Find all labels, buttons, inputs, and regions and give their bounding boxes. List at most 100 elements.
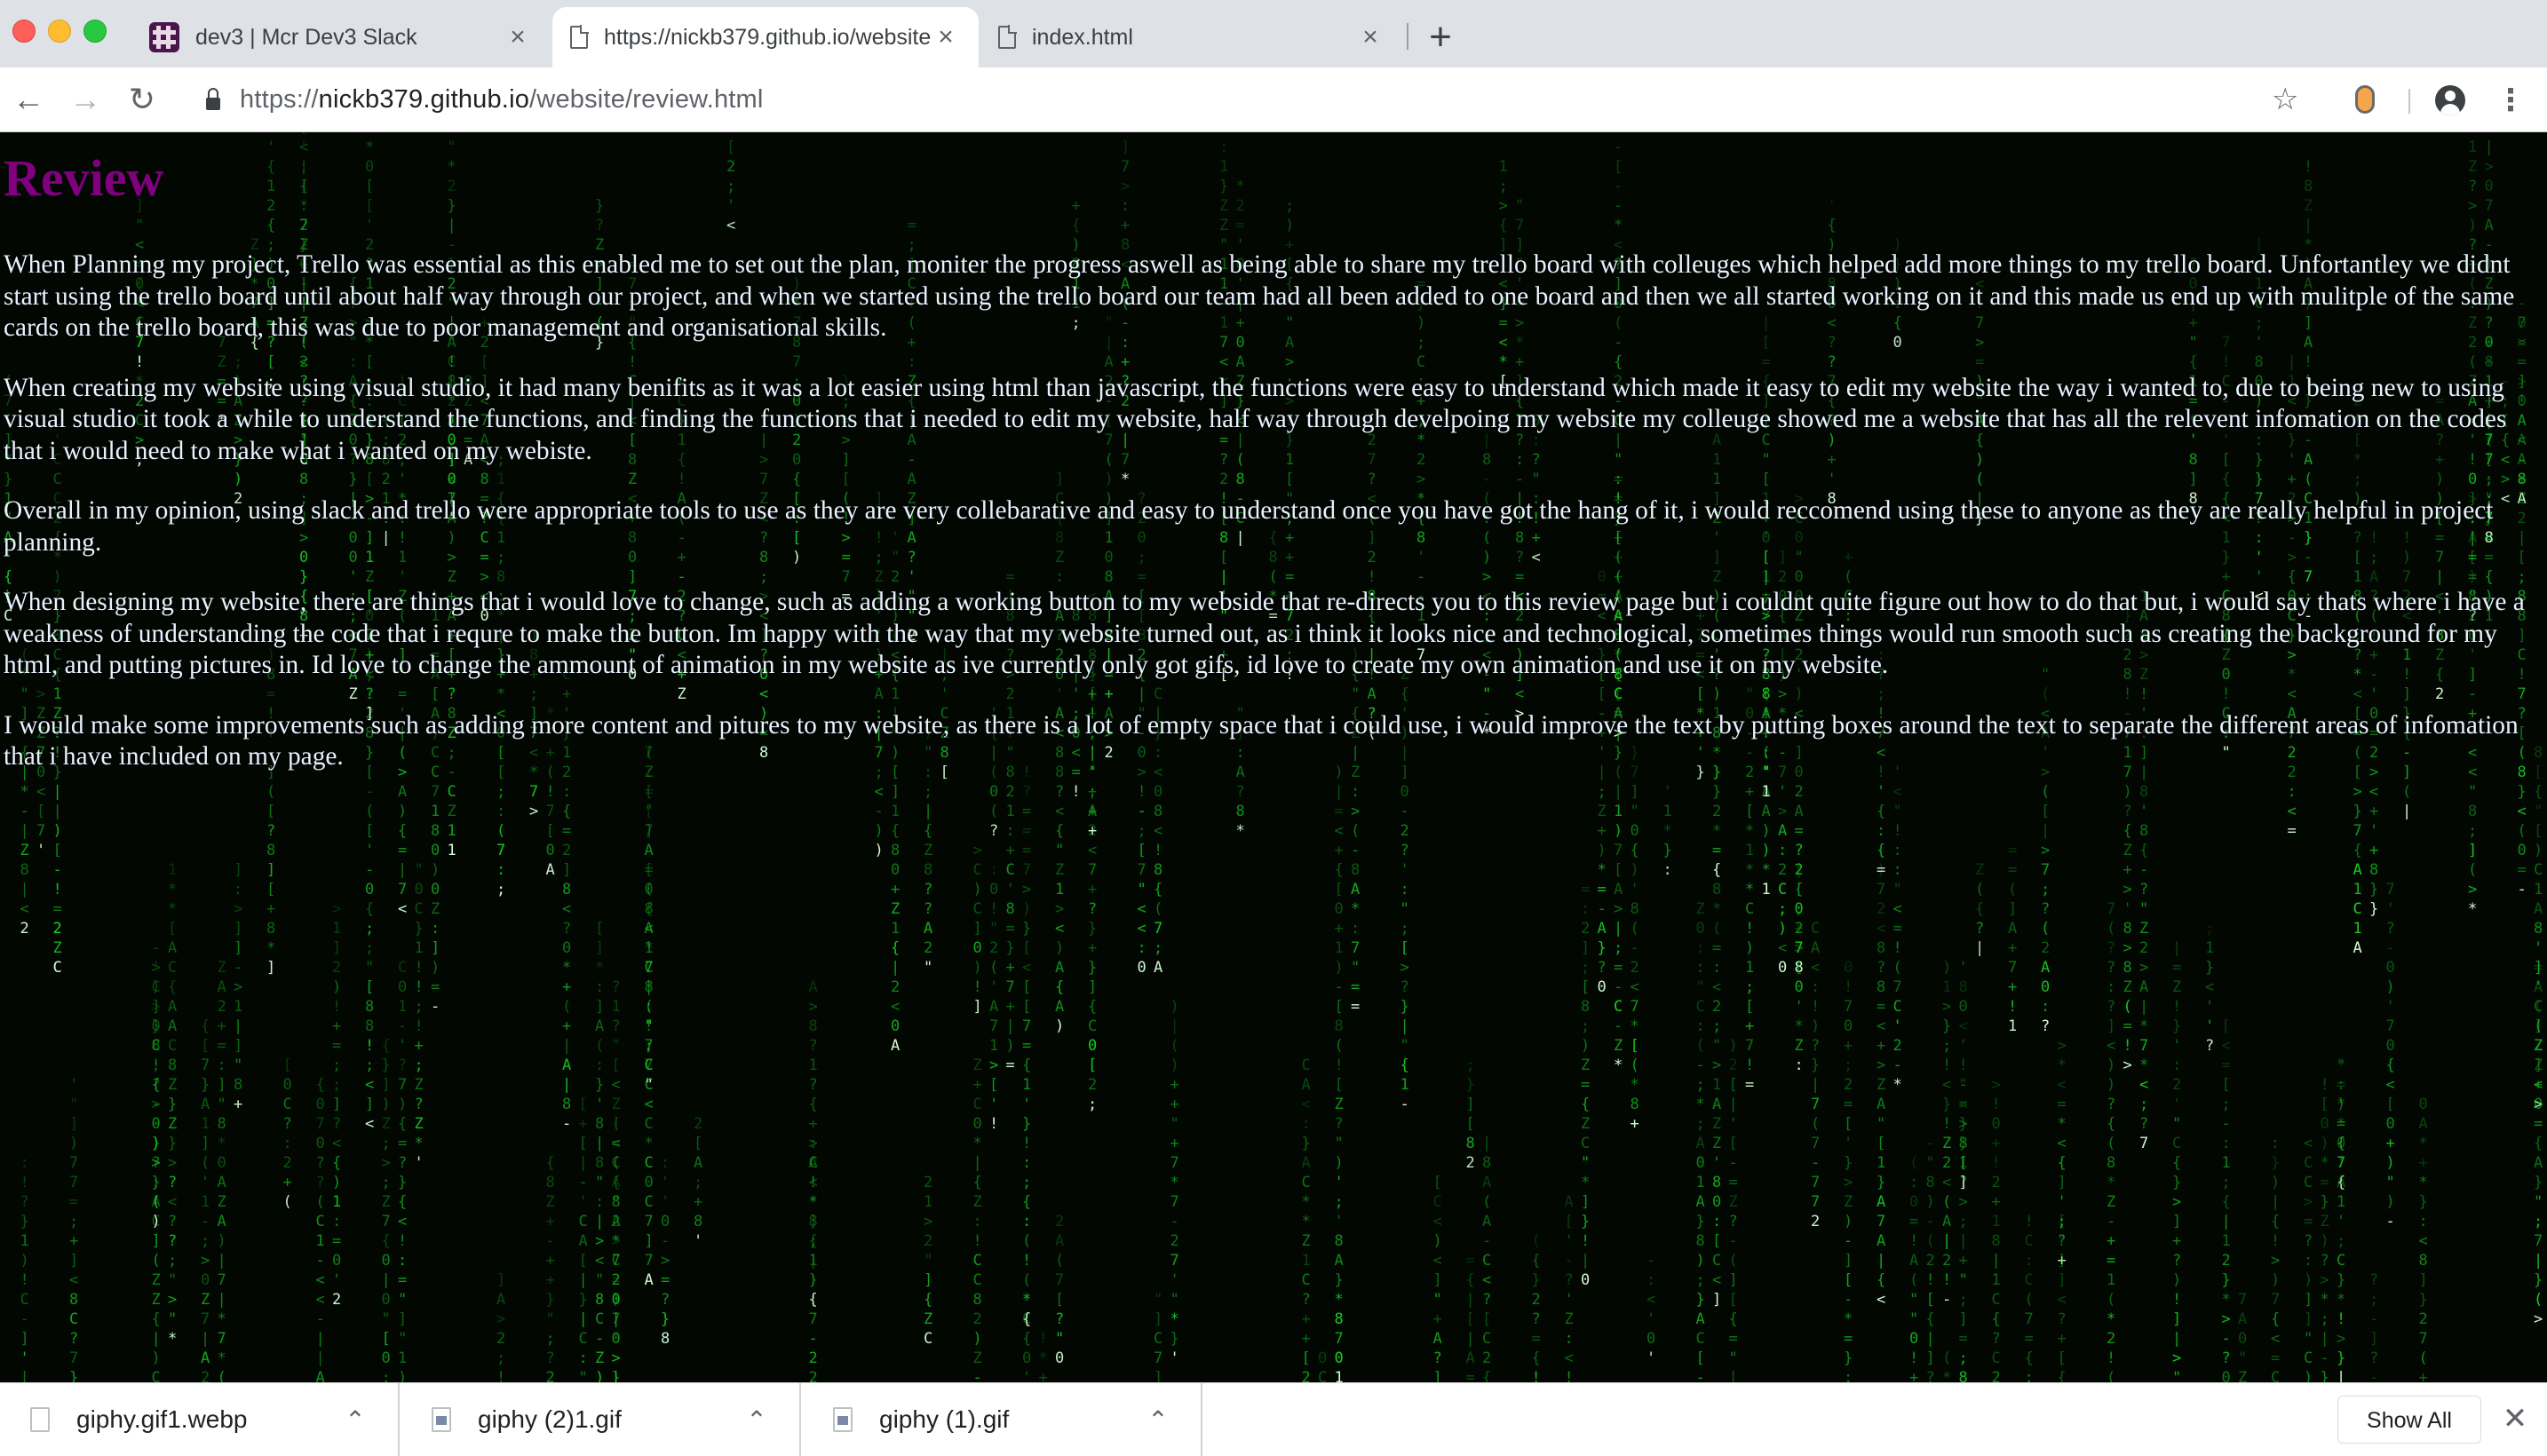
svg-text:7: 7 — [69, 1174, 78, 1191]
back-button[interactable]: ← — [7, 78, 50, 121]
extension-icon[interactable] — [2355, 85, 2375, 114]
tab-close-icon[interactable]: × — [503, 22, 533, 52]
svg-text:]: ] — [562, 861, 571, 879]
svg-text:;: ; — [365, 920, 374, 938]
svg-text:?: ? — [1877, 959, 1885, 977]
svg-text:=: = — [398, 1135, 407, 1152]
svg-text:]: ] — [891, 783, 900, 801]
svg-text:!: ! — [53, 881, 62, 898]
svg-text:>: > — [924, 1213, 932, 1230]
tab-index[interactable]: index.html × — [980, 7, 1403, 67]
svg-text:": " — [1400, 1037, 1409, 1055]
svg-text:7: 7 — [2107, 900, 2115, 918]
reload-button[interactable]: ↻ — [121, 78, 163, 121]
download-item[interactable]: giphy (1).gif ⌃ — [803, 1383, 1202, 1456]
svg-text:C: C — [415, 900, 424, 918]
svg-text:Z: Z — [1712, 1115, 1721, 1133]
svg-text:]: ] — [1631, 783, 1639, 801]
profile-avatar-icon[interactable] — [2435, 85, 2465, 115]
download-item[interactable]: giphy.gif1.webp ⌃ — [0, 1383, 400, 1456]
svg-text:Z: Z — [152, 1291, 161, 1309]
bookmark-star-icon[interactable]: ☆ — [2272, 78, 2298, 121]
svg-text:": " — [2534, 803, 2543, 820]
tab-close-icon[interactable]: × — [931, 22, 961, 52]
svg-text:': ' — [20, 1349, 29, 1367]
svg-text:0: 0 — [891, 861, 900, 879]
svg-text:': ' — [1170, 1271, 1179, 1289]
svg-text:8: 8 — [2107, 1154, 2115, 1172]
svg-text:[: [ — [2041, 803, 2050, 820]
svg-text:?: ? — [2369, 1271, 2378, 1289]
svg-text:8: 8 — [431, 822, 440, 840]
new-tab-button[interactable]: + — [1417, 16, 1464, 59]
svg-text:2: 2 — [1942, 1252, 1951, 1270]
svg-text:A: A — [2337, 1174, 2345, 1191]
svg-text:(: ( — [496, 822, 505, 840]
svg-text:C: C — [612, 1252, 621, 1270]
svg-text:Z: Z — [382, 1193, 391, 1211]
svg-text:!: ! — [1959, 1056, 1968, 1074]
svg-text:": " — [1893, 881, 1902, 898]
maximize-window-button[interactable] — [83, 20, 107, 43]
svg-text:Z: Z — [218, 959, 226, 977]
minimize-window-button[interactable] — [48, 20, 71, 43]
svg-text:]: ] — [1466, 1096, 1475, 1113]
svg-text:A: A — [2008, 920, 2017, 938]
close-icon[interactable]: ✕ — [2497, 1401, 2533, 1436]
download-item[interactable]: giphy (2)1.gif ⌃ — [401, 1383, 801, 1456]
svg-text:?: ? — [1482, 1291, 1491, 1309]
svg-text::: : — [1909, 1174, 1918, 1191]
svg-text:?: ? — [2107, 998, 2115, 1016]
forward-button[interactable]: → — [64, 78, 107, 121]
svg-text:?: ? — [1335, 1115, 1344, 1133]
chevron-up-icon[interactable]: ⌃ — [739, 1405, 774, 1435]
svg-text:*: * — [2321, 1291, 2329, 1309]
tab-slack[interactable]: dev3 | Mcr Dev3 Slack × — [131, 7, 551, 67]
svg-text:[: [ — [1335, 1076, 1344, 1094]
svg-text:}: } — [2321, 1369, 2329, 1382]
svg-text:*: * — [218, 1349, 226, 1367]
svg-text:Z: Z — [2123, 978, 2132, 996]
svg-text:+: + — [1959, 1252, 1968, 1270]
svg-text:": " — [1154, 1291, 1162, 1309]
svg-text::: : — [1400, 881, 1409, 898]
tab-close-icon[interactable]: × — [1355, 22, 1385, 52]
svg-text:!: ! — [1811, 998, 1820, 1016]
svg-text:>: > — [989, 1056, 998, 1074]
chevron-up-icon[interactable]: ⌃ — [1140, 1405, 1176, 1435]
svg-text:;: ; — [1778, 900, 1787, 918]
svg-text:|: | — [579, 1310, 588, 1328]
svg-text:8: 8 — [661, 1330, 670, 1348]
svg-text:=: = — [1893, 920, 1902, 938]
chevron-up-icon[interactable]: ⌃ — [337, 1405, 373, 1435]
svg-text:C: C — [2534, 920, 2543, 938]
svg-text:Z: Z — [2107, 1193, 2115, 1211]
svg-text:{: { — [1877, 842, 1885, 859]
address-bar[interactable]: https://nickb379.github.io/website/revie… — [186, 76, 2345, 123]
close-window-button[interactable] — [12, 20, 36, 43]
browser-menu-icon[interactable]: ⋮ — [2495, 82, 2526, 119]
svg-text:[: [ — [1614, 861, 1623, 879]
svg-text:[: [ — [1844, 1115, 1853, 1133]
svg-text:+: + — [234, 1096, 242, 1113]
svg-text:+: + — [2534, 1076, 2543, 1094]
svg-text:}: } — [2321, 1193, 2329, 1211]
svg-text:-: - — [1400, 1096, 1409, 1113]
svg-text:?: ? — [20, 1193, 29, 1211]
svg-text:|: | — [2041, 822, 2050, 840]
svg-text:": " — [924, 1252, 932, 1270]
svg-text:Z: Z — [168, 1115, 177, 1133]
svg-text:?: ? — [924, 900, 932, 918]
svg-text:*: * — [1631, 1076, 1639, 1094]
svg-text:=: = — [1022, 822, 1031, 840]
svg-text:A: A — [891, 1037, 900, 1055]
show-all-button[interactable]: Show All — [2337, 1396, 2481, 1444]
svg-text:C: C — [1778, 881, 1787, 898]
svg-text:|: | — [382, 1271, 391, 1289]
svg-text:-: - — [1844, 1232, 1853, 1250]
svg-text:<: < — [1565, 1349, 1574, 1367]
svg-text:1: 1 — [1335, 939, 1344, 957]
svg-text:C: C — [1712, 1252, 1721, 1270]
svg-text:<: < — [2058, 1076, 2067, 1094]
tab-review[interactable]: https://nickb379.github.io/website/revie… — [552, 7, 979, 67]
